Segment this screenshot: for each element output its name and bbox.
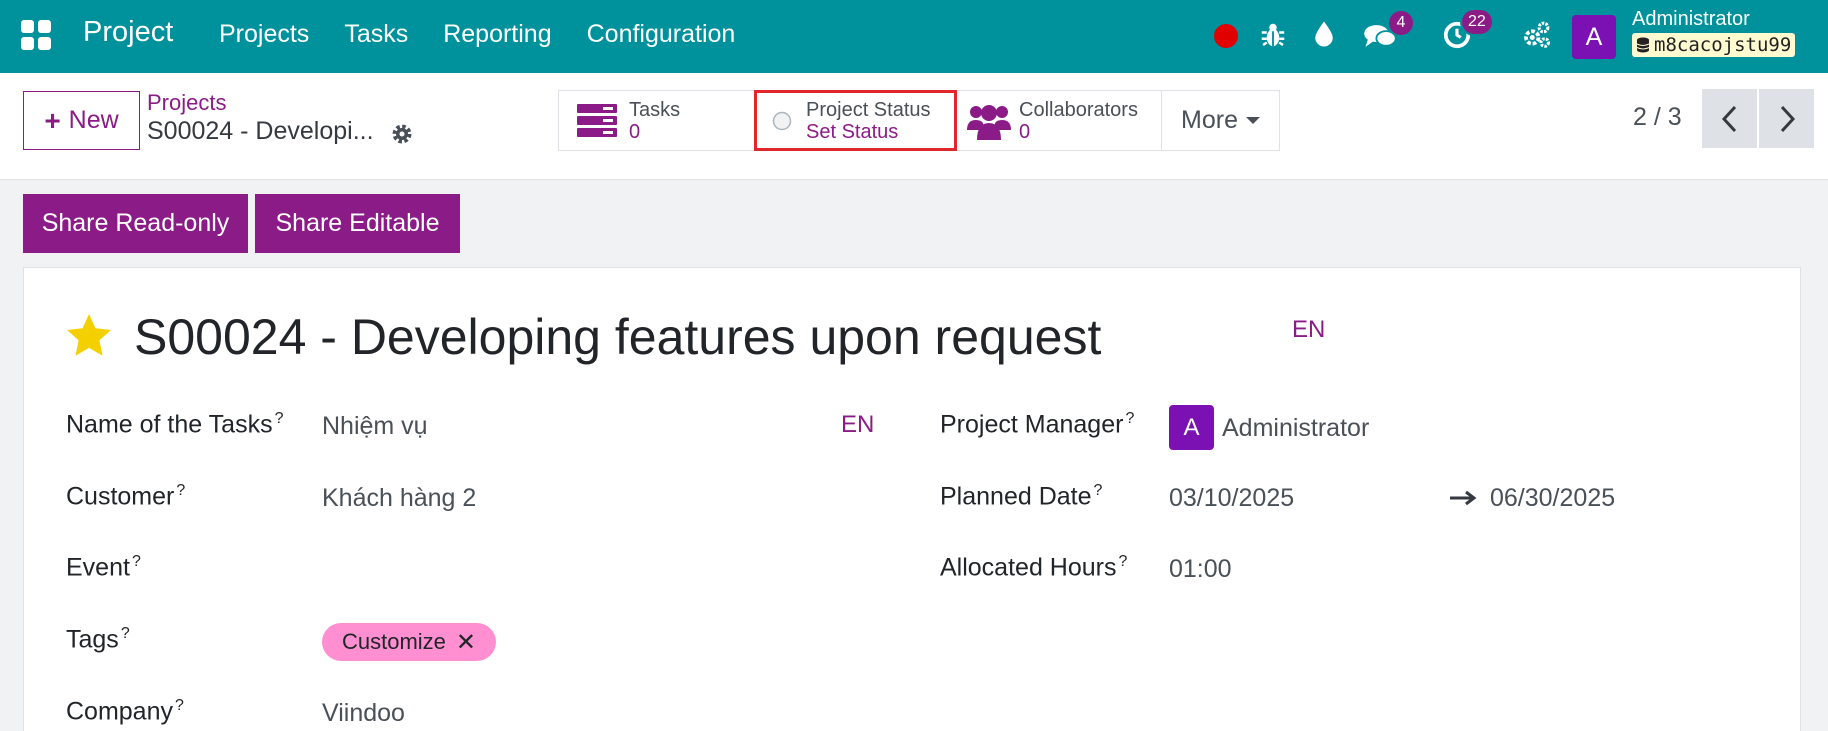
debug-bug-icon[interactable]	[1258, 20, 1288, 50]
collaborators-smart-value: 0	[1019, 120, 1031, 143]
database-name-text: m8cacojstu99	[1654, 34, 1792, 56]
customer-input[interactable]: Khách hàng 2	[322, 484, 476, 513]
project-title[interactable]: S00024 - Developing features upon reques…	[134, 308, 1101, 366]
database-icon	[1636, 37, 1650, 53]
user-avatar[interactable]: A	[1572, 15, 1616, 59]
allocated-hours-label-text: Allocated Hours	[940, 553, 1117, 582]
tasks-smart-label: Tasks	[629, 98, 681, 121]
help-tooltip-mark[interactable]: ?	[176, 482, 185, 499]
help-tooltip-mark[interactable]: ?	[175, 697, 184, 714]
control-panel: + New Projects S00024 - Developi... Task…	[0, 73, 1828, 180]
recording-dot-icon[interactable]	[1214, 24, 1238, 48]
favorite-star-icon[interactable]	[64, 311, 114, 361]
tasks-list-icon	[577, 103, 617, 137]
event-label: Event?	[66, 553, 141, 582]
breadcrumb-projects[interactable]: Projects	[147, 90, 226, 116]
tags-label: Tags?	[66, 625, 130, 654]
app-brand[interactable]: Project	[83, 16, 173, 49]
collaborators-smart-label: Collaborators	[1019, 98, 1138, 121]
customer-label-text: Customer	[66, 482, 175, 511]
help-tooltip-mark[interactable]: ?	[121, 625, 130, 642]
theme-drop-icon[interactable]	[1309, 19, 1339, 49]
menu-reporting[interactable]: Reporting	[443, 20, 551, 49]
menu-tasks[interactable]: Tasks	[344, 20, 408, 49]
company-label-text: Company	[66, 697, 173, 726]
project-manager-avatar: A	[1169, 405, 1214, 450]
allocated-hours-input[interactable]: 01:00	[1169, 555, 1232, 584]
more-dropdown-button[interactable]: More	[1161, 90, 1280, 151]
help-tooltip-mark[interactable]: ?	[132, 553, 141, 570]
menu-projects[interactable]: Projects	[219, 20, 309, 49]
pager-previous-button[interactable]	[1702, 89, 1757, 148]
project-manager-input[interactable]: Administrator	[1222, 414, 1369, 443]
new-button-label: New	[68, 106, 119, 134]
tasks-name-label: Name of the Tasks?	[66, 410, 284, 439]
user-name[interactable]: Administrator	[1632, 8, 1750, 31]
chevron-right-icon	[1780, 105, 1795, 132]
remove-tag-icon[interactable]: ✕	[456, 628, 476, 657]
caret-down-icon	[1245, 117, 1260, 124]
messages-badge: 4	[1387, 9, 1415, 37]
database-name: m8cacojstu99	[1632, 33, 1796, 57]
planned-start-date-input[interactable]: 03/10/2025	[1169, 484, 1294, 513]
planned-end-date-input[interactable]: 06/30/2025	[1490, 484, 1615, 513]
share-readonly-button[interactable]: Share Read-only	[23, 194, 248, 253]
arrow-right-icon	[1450, 490, 1477, 506]
help-tooltip-mark[interactable]: ?	[1125, 410, 1134, 427]
status-smart-text: Project Status Set Status	[806, 99, 931, 143]
tasks-smart-value: 0	[629, 120, 641, 143]
tasks-name-input[interactable]: Nhiệm vụ	[322, 412, 428, 441]
share-editable-button[interactable]: Share Editable	[255, 194, 460, 253]
event-label-text: Event	[66, 553, 130, 582]
collaborators-smart-button[interactable]: Collaborators 0	[956, 90, 1162, 151]
event-input[interactable]	[322, 555, 822, 585]
planned-date-label-text: Planned Date	[940, 482, 1092, 511]
tag-customize: Customize ✕	[322, 623, 497, 661]
company-label: Company?	[66, 697, 184, 726]
collaborators-users-icon	[967, 104, 1011, 140]
more-label: More	[1181, 106, 1238, 134]
customer-label: Customer?	[66, 482, 185, 511]
help-tooltip-mark[interactable]: ?	[1094, 482, 1103, 499]
status-smart-label: Project Status	[806, 98, 931, 121]
menu-configuration[interactable]: Configuration	[587, 20, 736, 49]
new-button[interactable]: + New	[23, 91, 140, 150]
title-lang-button[interactable]: EN	[1292, 316, 1325, 344]
tasks-name-label-text: Name of the Tasks	[66, 410, 273, 439]
record-gear-icon[interactable]	[390, 122, 414, 146]
project-status-smart-button[interactable]: Project Status Set Status	[754, 90, 957, 151]
allocated-hours-label: Allocated Hours?	[940, 553, 1127, 582]
top-menu: Projects Tasks Reporting Configuration	[219, 20, 735, 49]
breadcrumb-current: S00024 - Developi...	[147, 117, 374, 145]
tasks-smart-text: Tasks 0	[629, 99, 680, 143]
tasks-smart-button[interactable]: Tasks 0	[558, 90, 755, 151]
pager-next-button[interactable]	[1759, 89, 1814, 148]
main-navbar: Project Projects Tasks Reporting Configu…	[0, 0, 1828, 73]
pager-value[interactable]: 2 / 3	[1633, 103, 1682, 132]
status-circle-icon	[772, 111, 792, 130]
plus-icon: +	[44, 104, 61, 136]
activities-badge: 22	[1460, 8, 1494, 36]
tags-label-text: Tags	[66, 625, 119, 654]
project-manager-label: Project Manager?	[940, 410, 1134, 439]
company-input[interactable]: Viindoo	[322, 699, 405, 728]
help-tooltip-mark[interactable]: ?	[275, 410, 284, 427]
planned-date-label: Planned Date?	[940, 482, 1102, 511]
help-tooltip-mark[interactable]: ?	[1118, 553, 1127, 570]
apps-menu-icon[interactable]	[21, 20, 51, 50]
status-smart-value: Set Status	[806, 120, 899, 143]
chevron-left-icon	[1721, 105, 1736, 132]
settings-gears-icon[interactable]	[1521, 20, 1551, 50]
project-manager-label-text: Project Manager	[940, 410, 1124, 439]
tag-label: Customize	[342, 629, 446, 654]
tasks-name-lang-button[interactable]: EN	[841, 411, 874, 439]
collaborators-smart-text: Collaborators 0	[1019, 99, 1138, 143]
